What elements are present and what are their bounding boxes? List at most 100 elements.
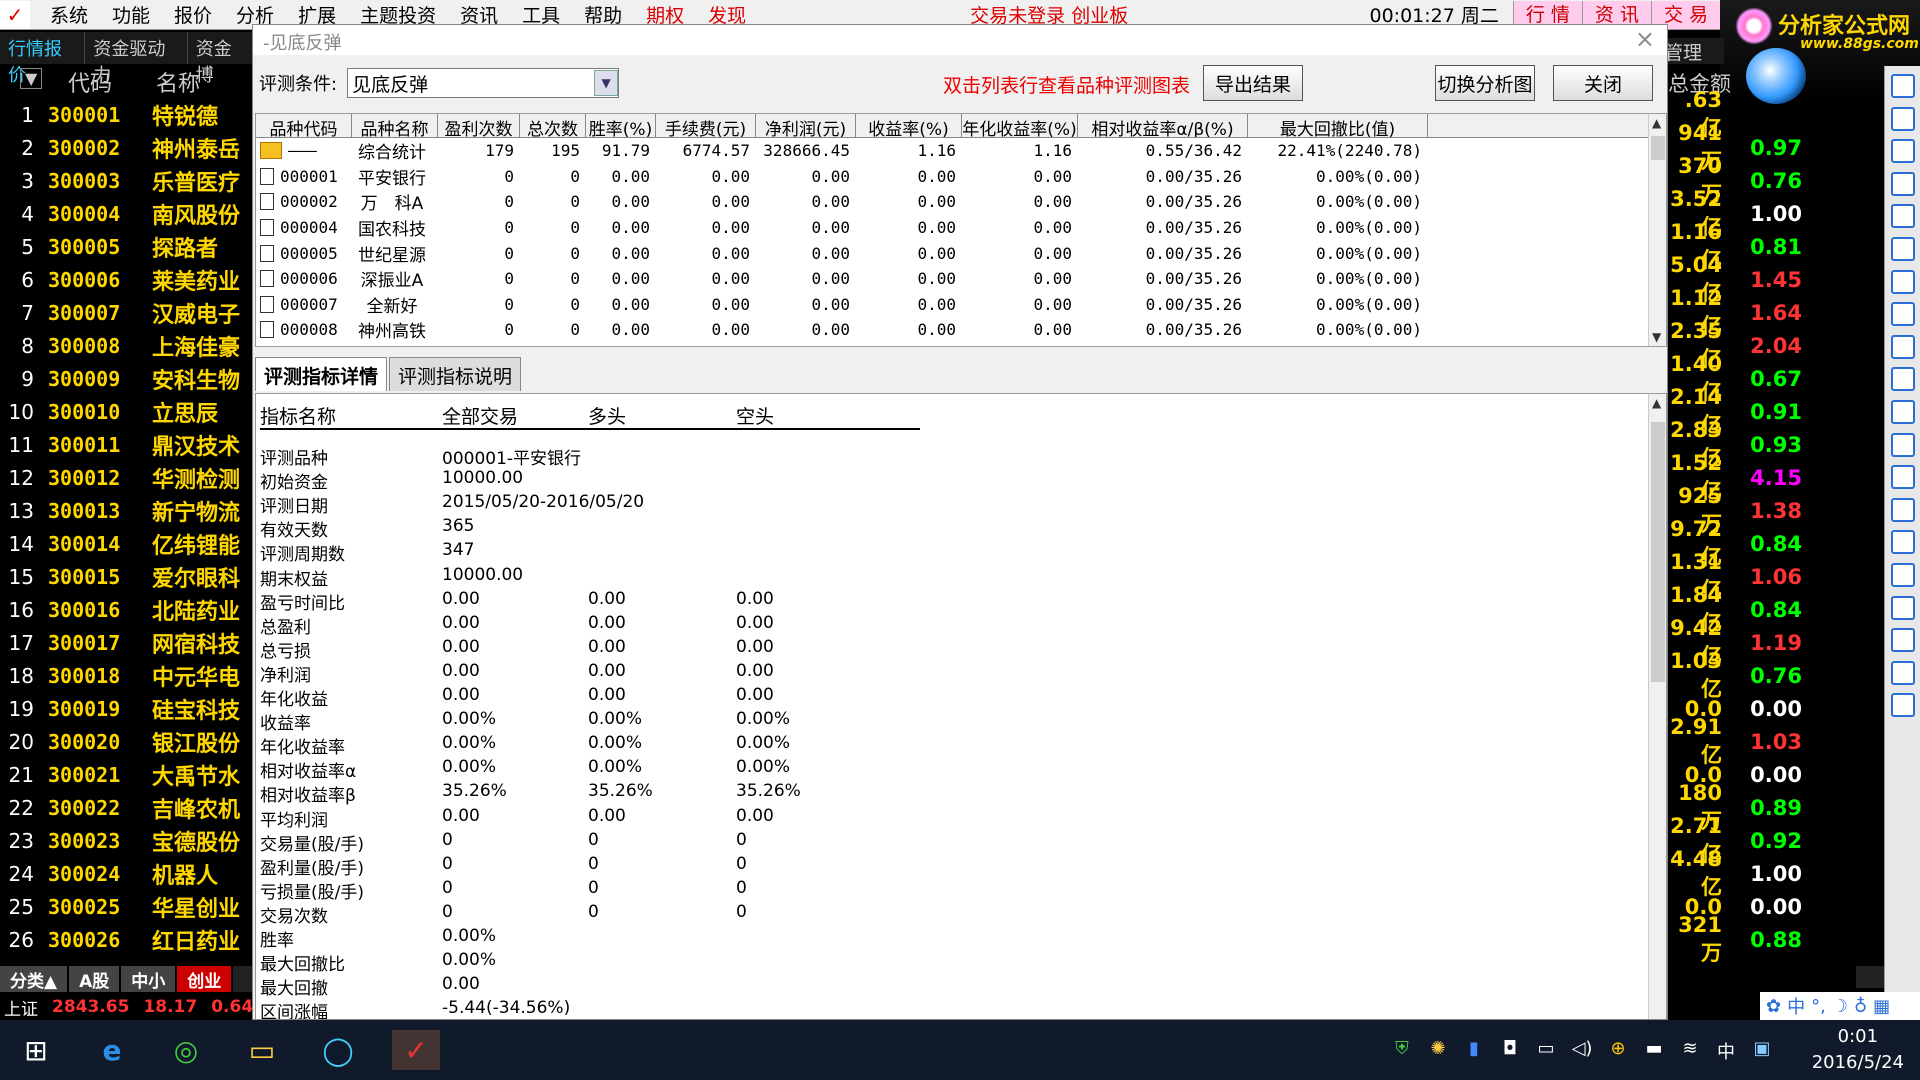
list-item[interactable]: 26 300026 红日药业 <box>0 923 256 956</box>
scroll-thumb[interactable] <box>1651 136 1665 160</box>
detail-scrollbar[interactable]: ▲ <box>1648 394 1666 1019</box>
column-header[interactable]: 盈利次数 <box>438 114 520 137</box>
table-row[interactable]: 000002 万 科A 0 0 0.00 0.00 0.00 0.00 0.00 0.00/35.… <box>256 189 1666 215</box>
column-header[interactable]: 手续费(元) <box>656 114 756 137</box>
app-logo-icon[interactable]: ✓ <box>0 0 30 29</box>
list-item[interactable]: 4 300004 南风股份 <box>0 197 256 230</box>
close-button[interactable]: 关闭 <box>1553 65 1653 101</box>
list-item[interactable]: 8 300008 上海佳豪 <box>0 329 256 362</box>
candle-icon[interactable] <box>1890 236 1915 261</box>
table-row[interactable]: ——— 综合统计 179 195 91.79 6774.57 328666.45 1.16 1.… <box>256 138 1666 164</box>
scroll-up-icon[interactable]: ▲ <box>1652 396 1661 410</box>
ime-toolbar[interactable]: ✿ 中 °, ☽ ♁ ▦ <box>1760 992 1920 1020</box>
fi-icon[interactable] <box>1890 302 1915 327</box>
column-header[interactable]: 品种名称 <box>352 114 438 137</box>
stock-app-icon[interactable]: ✓ <box>392 1030 440 1070</box>
list-item[interactable]: 22 300022 吉峰农机 <box>0 791 256 824</box>
list-item[interactable]: 25 300025 华星创业 <box>0 890 256 923</box>
volume-icon[interactable]: ◁) <box>1570 1038 1594 1064</box>
checkbox[interactable] <box>260 167 274 185</box>
plus-icon[interactable]: ⊕ <box>1606 1038 1630 1064</box>
list-item[interactable]: 12 300012 华测检测 <box>0 461 256 494</box>
detail-tab[interactable]: 评测指标详情 <box>255 357 388 391</box>
export-icon[interactable] <box>1890 628 1915 653</box>
list-item[interactable]: 15 300015 爱尔眼科 <box>0 560 256 593</box>
list-item[interactable]: 17 300017 网宿科技 <box>0 626 256 659</box>
category-tab[interactable]: 创业 <box>177 966 234 992</box>
list-item[interactable]: 10 300010 立思辰 <box>0 395 256 428</box>
list-item[interactable]: 16 300016 北陆药业 <box>0 593 256 626</box>
list-item[interactable]: 20 300020 银江股份 <box>0 725 256 758</box>
checkbox[interactable] <box>260 219 274 237</box>
column-header[interactable]: 胜率(%) <box>586 114 656 137</box>
scroll-down-icon[interactable]: ▼ <box>1652 330 1661 344</box>
file-explorer-icon[interactable]: ▭ <box>242 1030 282 1070</box>
horizontal-scroll-arrow[interactable] <box>1856 966 1884 988</box>
clock[interactable]: 0:01 2016/5/24 <box>1812 1024 1904 1076</box>
scroll-up-icon[interactable]: ▲ <box>1652 116 1661 130</box>
book-icon[interactable]: ▮ <box>1462 1038 1486 1064</box>
table-row[interactable]: 000004 国农科技 0 0 0.00 0.00 0.00 0.00 0.00 0.00/35.… <box>256 215 1666 241</box>
column-header[interactable]: 收益率(%) <box>856 114 962 137</box>
gear-icon[interactable] <box>1890 693 1915 718</box>
column-header[interactable]: 最大回撤比(值) <box>1248 114 1428 137</box>
monitor-icon[interactable]: ▭ <box>1534 1038 1558 1064</box>
list-icon[interactable] <box>1890 171 1915 196</box>
table-row[interactable]: 000008 神州高铁 0 0 0.00 0.00 0.00 0.00 0.00 0.00/35.… <box>256 317 1666 343</box>
list-item[interactable]: 21 300021 大禹节水 <box>0 758 256 791</box>
table-icon[interactable] <box>1890 269 1915 294</box>
category-tab[interactable]: A股 <box>69 966 122 992</box>
name-column-header[interactable]: 名称 <box>156 66 200 98</box>
sort-icon[interactable] <box>1890 530 1915 555</box>
table-row[interactable]: 000005 世纪星源 0 0 0.00 0.00 0.00 0.00 0.00 0.00/35.… <box>256 240 1666 266</box>
list-item[interactable]: 5 300005 探路者 <box>0 230 256 263</box>
checkbox[interactable] <box>260 244 274 262</box>
column-header[interactable]: 总次数 <box>520 114 586 137</box>
market-tab[interactable]: 行情报价 <box>0 32 86 86</box>
fz-icon[interactable] <box>1890 399 1915 424</box>
column-header[interactable]: 年化收益率(%) <box>962 114 1078 137</box>
list-item[interactable]: 19 300019 硅宝科技 <box>0 692 256 725</box>
column-header[interactable]: 净利润(元) <box>756 114 856 137</box>
list-item[interactable]: 18 300018 中元华电 <box>0 659 256 692</box>
battery-icon[interactable]: ▬ <box>1642 1038 1666 1064</box>
list-item[interactable]: 2 300002 神州泰岳 <box>0 131 256 164</box>
etf-icon[interactable] <box>1890 595 1915 620</box>
stack-icon[interactable] <box>1890 660 1915 685</box>
scatter-icon[interactable] <box>1890 562 1915 587</box>
list-item[interactable]: 13 300013 新宁物流 <box>0 494 256 527</box>
chart-icon[interactable] <box>1890 204 1915 229</box>
condition-select[interactable]: 见底反弹 ▼ <box>347 68 620 98</box>
category-tab[interactable]: 分类▲ <box>0 966 70 992</box>
book-icon[interactable] <box>1890 139 1915 164</box>
menu-item[interactable]: 功能 <box>100 1 162 28</box>
pinwheel-icon[interactable]: ✺ <box>1426 1038 1450 1064</box>
list-item[interactable]: 6 300006 莱美药业 <box>0 263 256 296</box>
column-header[interactable]: 相对收益率α/β(%) <box>1078 114 1248 137</box>
ime-tray-label[interactable]: 中 <box>1714 1038 1738 1064</box>
edge-browser-icon[interactable]: e <box>92 1030 132 1070</box>
notification-icon[interactable]: ▣ <box>1750 1038 1774 1064</box>
column-header[interactable]: 品种代码 <box>256 114 352 137</box>
checkbox[interactable] <box>260 321 274 339</box>
news-icon[interactable] <box>1890 367 1915 392</box>
table-row[interactable]: 000007 全新好 0 0 0.00 0.00 0.00 0.00 0.00 0.00/35.2… <box>256 292 1666 318</box>
search-app-icon[interactable]: ◯ <box>318 1030 358 1070</box>
category-tab[interactable]: 中小 <box>121 966 178 992</box>
manage-tab[interactable]: 管理 <box>1664 38 1724 64</box>
down-arrow-icon[interactable] <box>1890 106 1915 131</box>
list-item[interactable]: 11 300011 鼎汉技术 <box>0 428 256 461</box>
list-item[interactable]: 24 300024 机器人 <box>0 857 256 890</box>
list-item[interactable]: 14 300014 亿纬锂能 <box>0 527 256 560</box>
table-row[interactable]: 000006 深振业A 0 0 0.00 0.00 0.00 0.00 0.00 0.00/35.… <box>256 266 1666 292</box>
report-icon[interactable] <box>1890 334 1915 359</box>
list-item[interactable]: 1 300001 特锐德 <box>0 98 256 131</box>
circle-icon[interactable] <box>1890 465 1915 490</box>
scroll-thumb[interactable] <box>1651 422 1665 682</box>
list-item[interactable]: 9 300009 安科生物 <box>0 362 256 395</box>
folder-icon[interactable] <box>1890 497 1915 522</box>
wifi-icon[interactable]: ≋ <box>1678 1038 1702 1064</box>
code-column-header[interactable]: 代码 <box>68 66 112 98</box>
right-list-item[interactable]: 1.03亿 0.76 <box>1664 649 1804 701</box>
menu-item[interactable]: 报价 <box>162 1 224 28</box>
